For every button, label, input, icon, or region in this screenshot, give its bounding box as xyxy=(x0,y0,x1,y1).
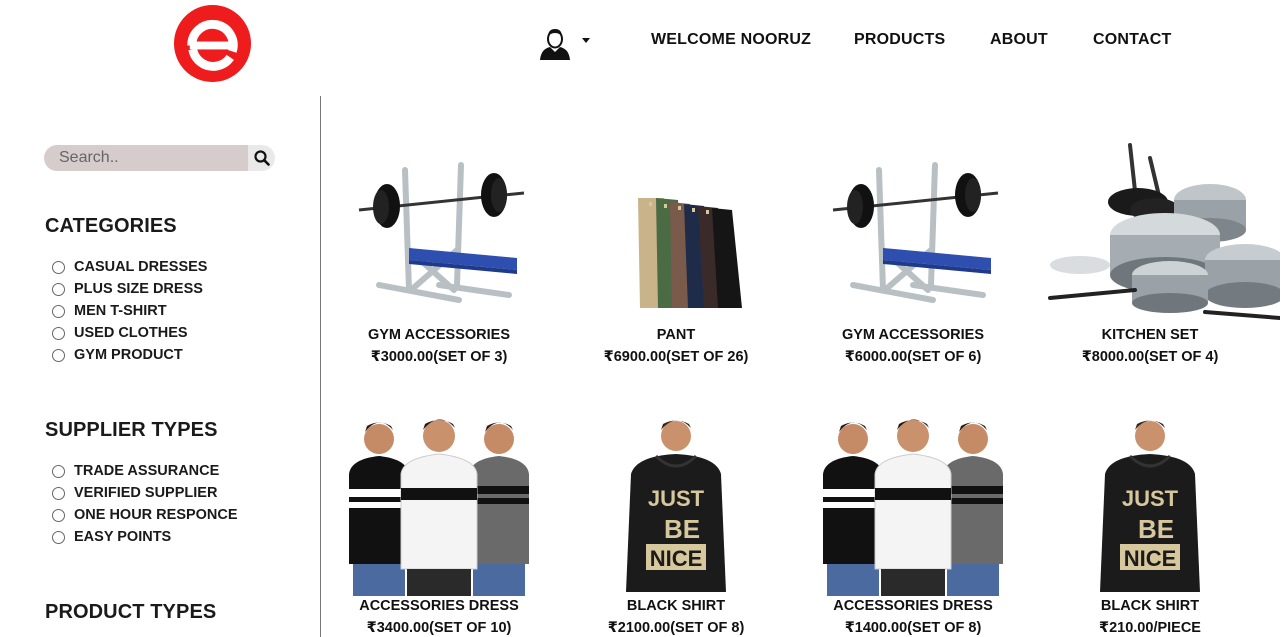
hoodie-print-line-1: JUST xyxy=(1122,486,1179,511)
product-name: ACCESSORIES DRESS xyxy=(833,598,993,614)
product-price: ₹2100.00(SET OF 8) xyxy=(607,620,745,636)
weight-bench-image xyxy=(358,162,525,303)
product-price: ₹3400.00(SET OF 10) xyxy=(366,620,512,636)
nav-products[interactable]: PRODUCTS xyxy=(854,31,945,49)
category-option[interactable]: GYM PRODUCT xyxy=(52,347,183,363)
product-name: GYM ACCESSORIES xyxy=(367,327,511,343)
categories-heading: CATEGORIES xyxy=(45,215,177,237)
product-card[interactable]: ACCESSORIES DRESS ₹3400.00(SET OF 10) xyxy=(319,414,559,636)
product-name: PANT xyxy=(656,327,696,343)
supplier-types-heading: SUPPLIER TYPES xyxy=(45,419,218,441)
category-option[interactable]: PLUS SIZE DRESS xyxy=(52,281,203,297)
brand-logo[interactable] xyxy=(173,4,252,83)
product-name: BLACK SHIRT xyxy=(1100,598,1200,614)
product-name: GYM ACCESSORIES xyxy=(841,327,985,343)
product-types-heading: PRODUCT TYPES xyxy=(45,601,217,623)
category-option[interactable]: CASUAL DRESSES xyxy=(52,259,207,275)
hoodie-print-line-2: BE xyxy=(664,514,700,544)
product-card[interactable]: GYM ACCESSORIES ₹6000.00(SET OF 6) xyxy=(793,140,1033,365)
pants-stack-image xyxy=(638,198,742,308)
search-input[interactable] xyxy=(44,145,248,171)
user-account-dropdown[interactable] xyxy=(538,26,590,60)
radio-button[interactable] xyxy=(52,348,65,362)
product-card[interactable]: JUST BE NICE BLACK SHIRT ₹2100.00(SET OF… xyxy=(556,414,796,636)
product-price: ₹8000.00(SET OF 4) xyxy=(1081,349,1219,365)
product-card[interactable]: KITCHEN SET ₹8000.00(SET OF 4) xyxy=(1030,140,1280,365)
nav-about[interactable]: ABOUT xyxy=(990,31,1048,49)
black-hoodie-image: JUST BE NICE xyxy=(626,420,726,592)
tshirt-models-image xyxy=(823,419,1003,596)
product-price: ₹3000.00(SET OF 3) xyxy=(370,349,508,365)
cookware-set-image xyxy=(1048,143,1280,320)
radio-button[interactable] xyxy=(52,508,65,522)
product-name: BLACK SHIRT xyxy=(626,598,726,614)
radio-button[interactable] xyxy=(52,260,65,274)
product-price: ₹1400.00(SET OF 8) xyxy=(844,620,982,636)
product-name: KITCHEN SET xyxy=(1101,327,1199,343)
radio-button[interactable] xyxy=(52,304,65,318)
supplier-option[interactable]: TRADE ASSURANCE xyxy=(52,463,219,479)
product-price: ₹6000.00(SET OF 6) xyxy=(844,349,982,365)
supplier-option[interactable]: EASY POINTS xyxy=(52,529,171,545)
weight-bench-image xyxy=(832,162,999,303)
chevron-down-icon xyxy=(582,37,590,43)
black-hoodie-image: JUST BE NICE xyxy=(1100,420,1200,592)
category-option[interactable]: USED CLOTHES xyxy=(52,325,188,341)
hoodie-print-line-1: JUST xyxy=(648,486,705,511)
nav-welcome[interactable]: WELCOME NOORUZ xyxy=(651,31,811,49)
hoodie-print-line-3: NICE xyxy=(1124,546,1177,571)
product-price: ₹210.00/PIECE xyxy=(1099,620,1201,636)
product-card[interactable]: ACCESSORIES DRESS ₹1400.00(SET OF 8) xyxy=(793,414,1033,636)
radio-button[interactable] xyxy=(52,486,65,500)
product-name: ACCESSORIES DRESS xyxy=(359,598,519,614)
search-bar xyxy=(44,145,275,171)
category-option[interactable]: MEN T-SHIRT xyxy=(52,303,167,319)
product-card[interactable]: GYM ACCESSORIES ₹3000.00(SET OF 3) xyxy=(319,140,559,365)
product-price: ₹6900.00(SET OF 26) xyxy=(603,349,749,365)
radio-button[interactable] xyxy=(52,326,65,340)
radio-button[interactable] xyxy=(52,282,65,296)
radio-button[interactable] xyxy=(52,530,65,544)
user-avatar-icon xyxy=(540,28,570,60)
search-icon xyxy=(253,150,270,166)
hoodie-print-line-3: NICE xyxy=(650,546,703,571)
hoodie-print-line-2: BE xyxy=(1138,514,1174,544)
tshirt-models-image xyxy=(349,419,529,596)
product-card[interactable]: PANT ₹6900.00(SET OF 26) xyxy=(556,140,796,365)
search-button[interactable] xyxy=(248,145,275,171)
radio-button[interactable] xyxy=(52,464,65,478)
product-card[interactable]: JUST BE NICE BLACK SHIRT ₹210.00/PIECE xyxy=(1030,414,1270,636)
supplier-option[interactable]: ONE HOUR RESPONCE xyxy=(52,507,238,523)
supplier-option[interactable]: VERIFIED SUPPLIER xyxy=(52,485,217,501)
nav-contact[interactable]: CONTACT xyxy=(1093,31,1171,49)
